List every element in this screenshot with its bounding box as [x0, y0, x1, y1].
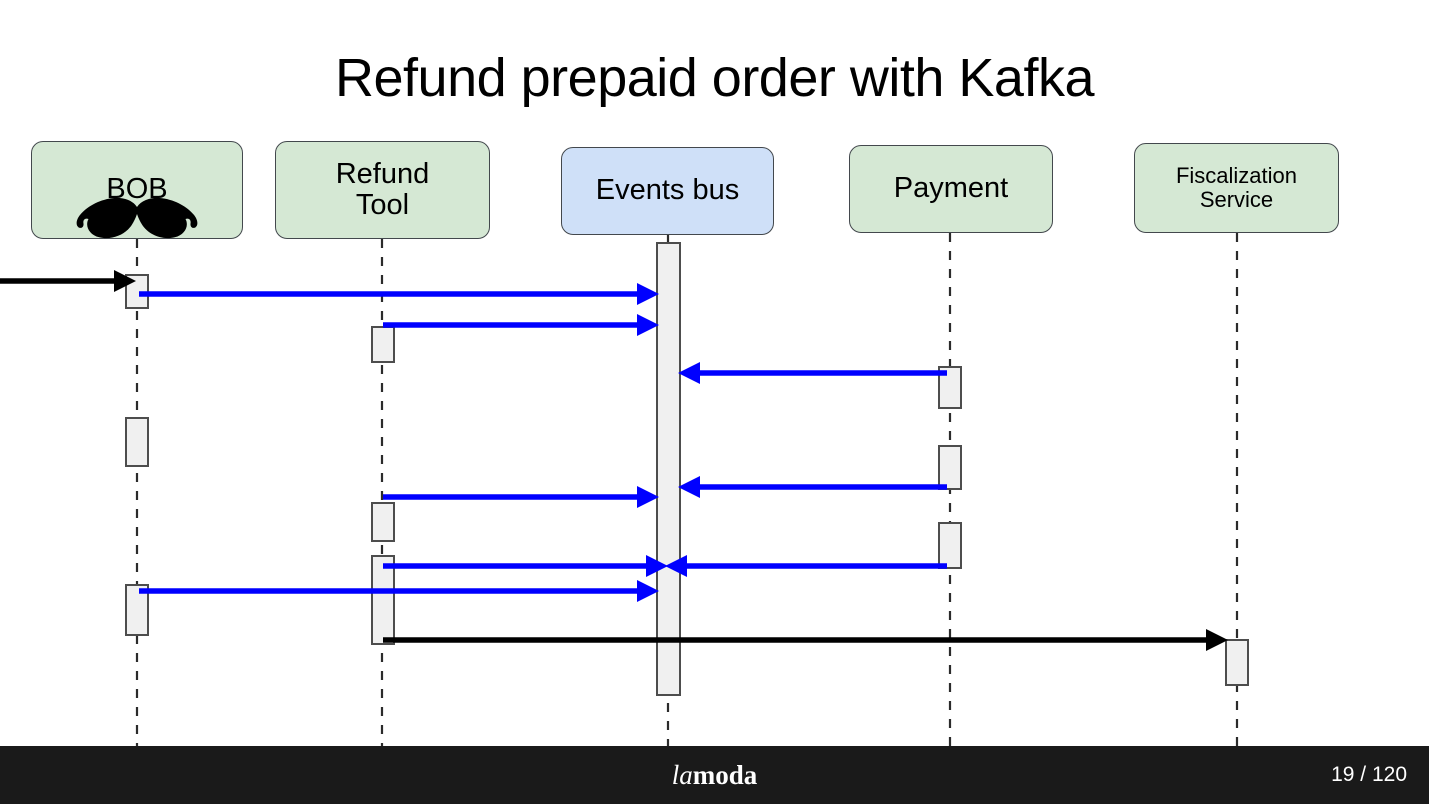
participant-label-events-bus: Events bus — [595, 174, 740, 207]
logo-moda-text: moda — [692, 759, 758, 790]
participant-box-fiscalization-service[interactable]: Fiscalization Service — [1134, 143, 1339, 233]
message-arrowhead-m5 — [637, 486, 659, 508]
message-m9 — [383, 629, 1228, 651]
logo-la-text: la — [671, 759, 693, 790]
lamoda-logo: la moda — [0, 746, 1429, 804]
activation-bar-payment-8 — [938, 445, 962, 490]
message-m2 — [383, 314, 659, 336]
message-m5 — [383, 486, 659, 508]
message-m8 — [139, 580, 659, 602]
footer-bar: la moda 19 / 120 — [0, 746, 1429, 804]
activation-bar-refund-tool-5 — [371, 555, 395, 645]
activation-bar-bob-1 — [125, 417, 149, 467]
activation-bar-refund-tool-3 — [371, 326, 395, 363]
page-number: 19 / 120 — [1331, 763, 1407, 786]
activation-bar-refund-tool-4 — [371, 502, 395, 542]
participant-label-fiscalization-service: Fiscalization Service — [1175, 163, 1298, 212]
message-arrowhead-m8 — [637, 580, 659, 602]
participant-label-payment: Payment — [893, 172, 1009, 205]
activation-bar-fiscalization-service-10 — [1225, 639, 1249, 686]
message-m7 — [665, 555, 947, 577]
message-m3 — [678, 362, 947, 384]
participant-label-refund-tool: Refund Tool — [335, 157, 430, 221]
message-m6 — [383, 555, 668, 577]
message-arrowhead-m2 — [637, 314, 659, 336]
participant-box-bob[interactable]: BOB — [31, 141, 243, 239]
message-m1 — [139, 283, 659, 305]
message-arrowhead-m3 — [678, 362, 700, 384]
message-arrowhead-m1 — [637, 283, 659, 305]
activation-bar-events-bus-6 — [656, 242, 681, 696]
participant-box-refund-tool[interactable]: Refund Tool — [275, 141, 490, 239]
message-arrowhead-m4 — [678, 476, 700, 498]
message-m4 — [678, 476, 947, 498]
message-m0 — [0, 270, 136, 292]
sequence-diagram-canvas — [0, 233, 1249, 804]
participant-box-payment[interactable]: Payment — [849, 145, 1053, 233]
message-arrowhead-m9 — [1206, 629, 1228, 651]
slide: Refund prepaid order with Kafka BOB Refun… — [0, 0, 1429, 804]
participant-label-bob: BOB — [106, 173, 168, 206]
activation-bar-payment-9 — [938, 522, 962, 569]
participant-box-events-bus[interactable]: Events bus — [561, 147, 774, 235]
